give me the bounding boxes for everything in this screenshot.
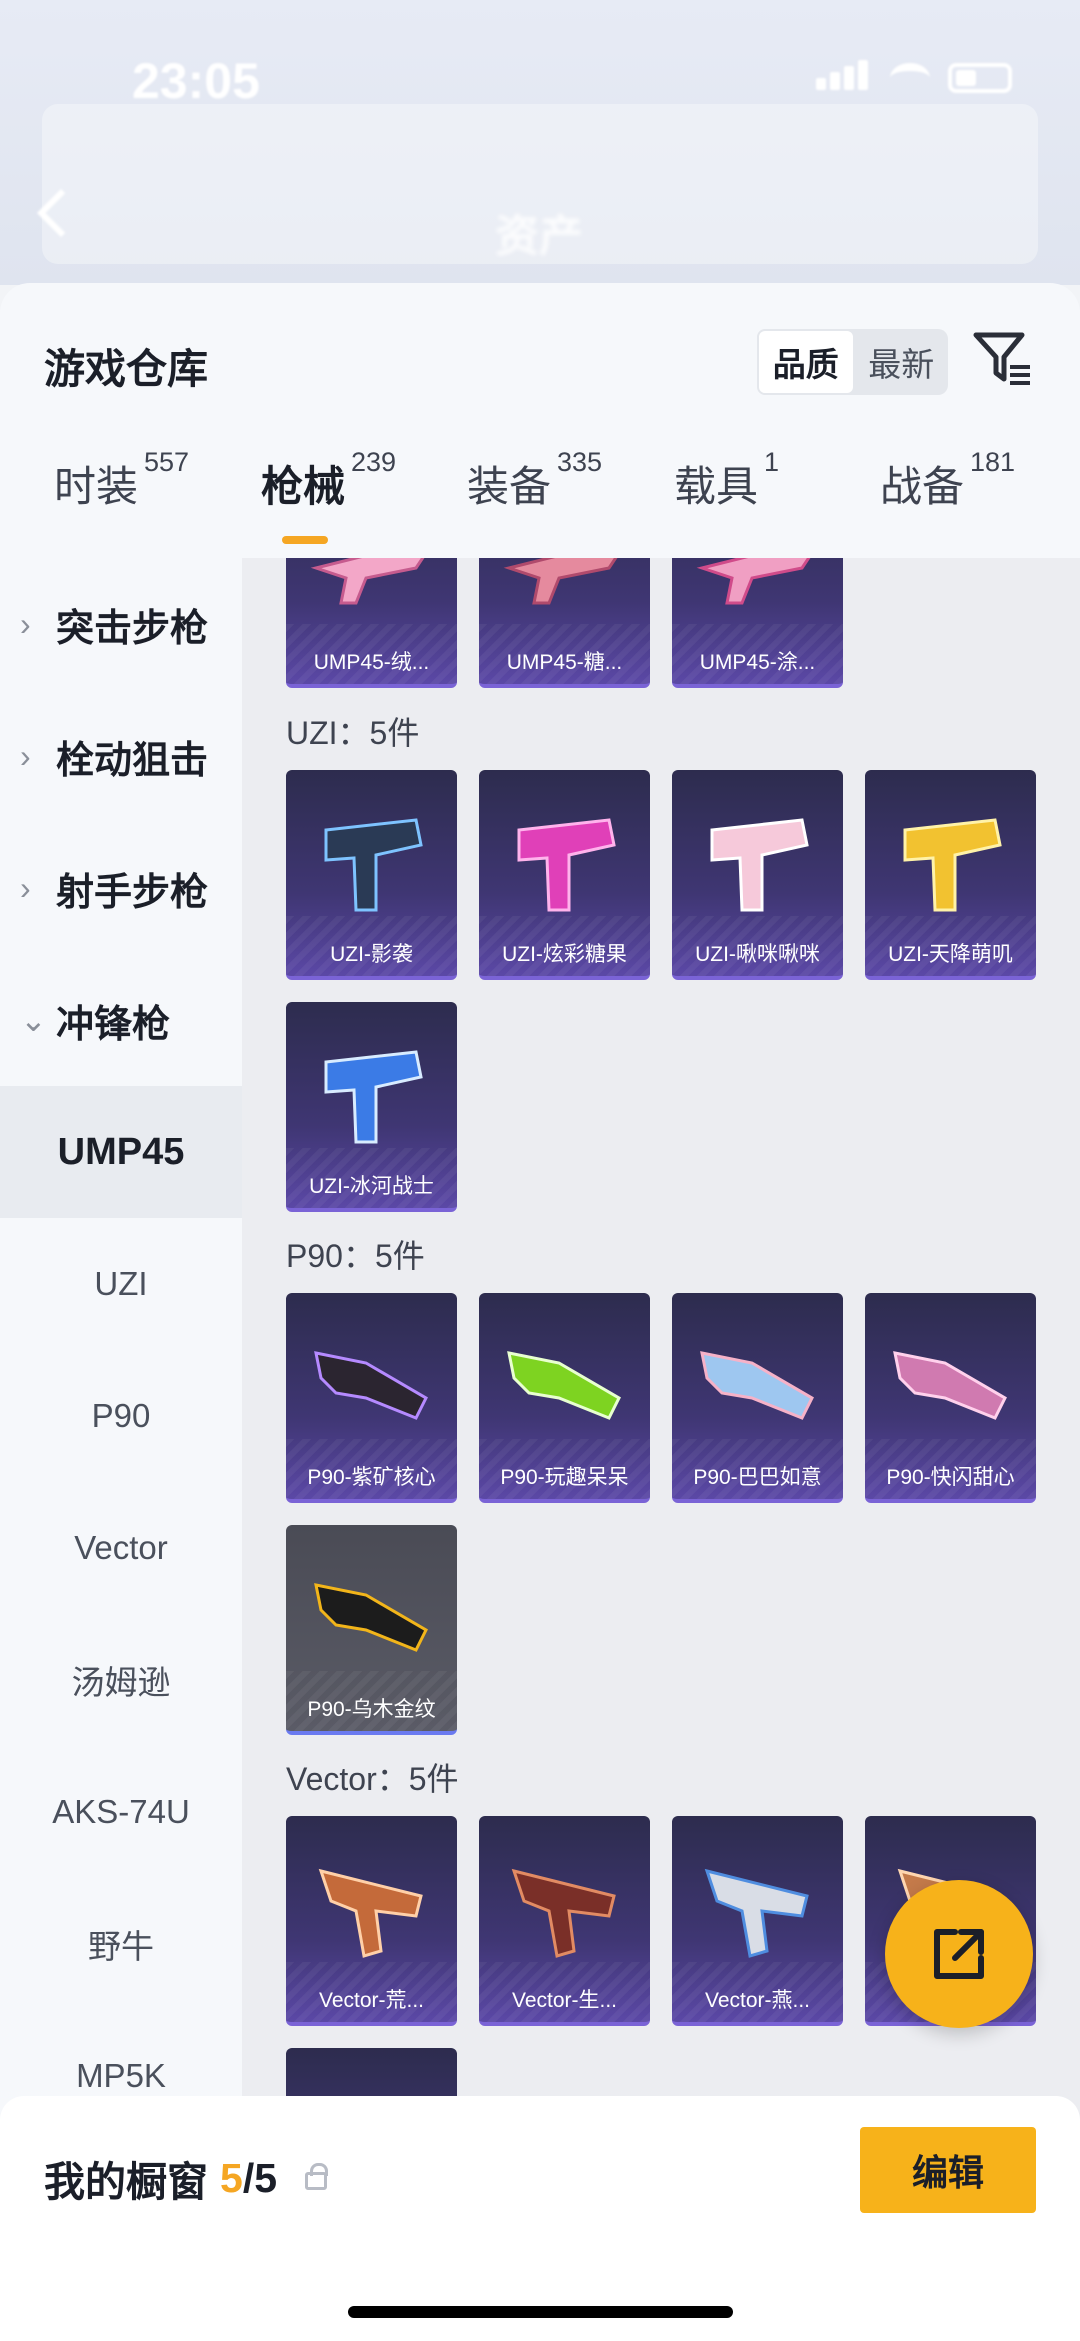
tab-label: 战备 [880,463,965,510]
skin-name: P90-紫矿核心 [307,1466,436,1489]
category-label: 射手步枪 [56,871,209,914]
skin-card[interactable]: Vector-生... [479,1816,650,2026]
skin-card[interactable]: P90-紫矿核心 [286,1293,457,1503]
background-header: 23:05 资产 [0,0,1080,285]
battery-icon [948,62,1012,93]
skin-name: Vector-燕... [704,1989,811,2012]
skin-card[interactable]: UMP45-绒... [286,558,457,688]
skin-card[interactable]: P90-快闪甜心 [865,1293,1036,1503]
section-title-vector: Vector：5件 [286,1761,459,1797]
chevron-down-icon: ⌄ [20,1002,47,1038]
status-time: 23:05 [132,53,260,109]
sort-quality-button[interactable]: 品质 [757,329,855,395]
skin-card[interactable]: Vector-燕... [672,1816,843,2026]
showcase-summary: 我的橱窗 5/5 [44,2148,329,2208]
skin-card[interactable]: UMP45-糖... [479,558,650,688]
sort-toggle: 品质 最新 [757,329,948,395]
skin-card[interactable]: P90-玩趣呆呆 [479,1293,650,1503]
tab-outfits[interactable]: 时装557 [54,447,189,514]
showcase-bar: 我的橱窗 5/5 编辑 [0,2096,1080,2341]
skin-name: Vector-荒... [318,1989,425,2012]
skin-card[interactable]: UMP45-涂... [672,558,843,688]
chevron-right-icon: › [20,605,31,642]
section-title-uzi: UZI：5件 [286,715,420,751]
skin-name: P90-快闪甜心 [886,1466,1015,1489]
skin-name: UZI-影袭 [330,943,413,966]
weapon-grid: UMP45-绒... UMP45-糖... UMP45-涂... UZI：5件 … [242,558,1080,2341]
warehouse-sheet: 游戏仓库 品质 最新 时装557 枪械239 装备335 载具1 战备181 ›… [0,283,1080,2341]
skin-name: UZI-天降萌叽 [888,943,1013,966]
background-title: 资产 [495,212,583,261]
skin-name: UMP45-绒... [313,651,430,674]
tab-equipment[interactable]: 装备335 [467,447,602,514]
tab-count: 181 [970,447,1016,477]
filter-icon[interactable] [972,327,1032,391]
tab-label: 装备 [467,463,552,510]
home-indicator[interactable] [348,2306,733,2318]
skin-card[interactable]: P90-乌木金纹 [286,1525,457,1735]
skin-name: UMP45-糖... [506,651,623,674]
skin-card[interactable]: P90-巴巴如意 [672,1293,843,1503]
status-icons [816,60,1012,95]
showcase-label: 我的橱窗 [44,2159,208,2205]
skin-name: P90-玩趣呆呆 [500,1466,629,1489]
sidebar-category-bolt-sniper[interactable]: › 栓动狙击 [0,690,242,822]
skin-name: UZI-炫彩糖果 [502,943,627,966]
share-button[interactable] [885,1880,1033,2028]
category-label: 冲锋枪 [56,1003,171,1046]
skin-card[interactable]: UZI-影袭 [286,770,457,980]
chevron-right-icon: › [20,869,31,906]
sidebar-category-smg[interactable]: ⌄ 冲锋枪 [0,954,242,1086]
share-icon [934,1929,984,1979]
showcase-total-count: /5 [242,2154,278,2201]
sidebar-item-vector[interactable]: Vector [0,1482,242,1614]
weapon-sidebar: › 突击步枪 › 栓动狙击 › 射手步枪 ⌄ 冲锋枪 UMP45 UZI P90 Vec… [0,558,242,2341]
sidebar-item-aks74u[interactable]: AKS-74U [0,1746,242,1878]
skin-name: UMP45-涂... [699,651,816,674]
skin-card[interactable]: UZI-啾咪啾咪 [672,770,843,980]
edit-button[interactable]: 编辑 [860,2127,1036,2213]
tab-label: 时装 [54,463,139,510]
sort-newest-button[interactable]: 最新 [855,329,949,395]
sidebar-category-assault-rifle[interactable]: › 突击步枪 [0,558,242,690]
wifi-icon [890,62,930,93]
section-title-p90: P90：5件 [286,1238,425,1274]
tab-vehicles[interactable]: 载具1 [674,447,779,514]
sidebar-item-p90[interactable]: P90 [0,1350,242,1482]
active-tab-indicator [282,536,328,544]
showcase-used-count: 5 [220,2154,243,2201]
sidebar-item-uzi[interactable]: UZI [0,1218,242,1350]
tab-label: 枪械 [261,463,346,510]
lock-icon[interactable] [305,2163,329,2190]
skin-card[interactable]: UZI-天降萌叽 [865,770,1036,980]
skin-card[interactable]: UZI-冰河战士 [286,1002,457,1212]
tab-count: 1 [764,447,780,477]
tab-firearms[interactable]: 枪械239 [261,447,396,514]
skin-name: UZI-啾咪啾咪 [695,943,820,966]
sidebar-item-thompson[interactable]: 汤姆逊 [0,1614,242,1746]
tab-count: 335 [557,447,603,477]
tab-label: 载具 [674,463,759,510]
sidebar-item-ump45[interactable]: UMP45 [0,1086,242,1218]
tab-count: 239 [351,447,397,477]
tab-count: 557 [144,447,190,477]
skin-name: P90-巴巴如意 [693,1466,822,1489]
category-label: 突击步枪 [56,607,209,650]
sidebar-item-bizon[interactable]: 野牛 [0,1878,242,2010]
signal-icon [816,60,872,95]
skin-card[interactable]: UZI-炫彩糖果 [479,770,650,980]
skin-name: Vector-生... [511,1989,618,2012]
sheet-title: 游戏仓库 [44,346,208,392]
category-tabs: 时装557 枪械239 装备335 载具1 战备181 [0,447,1080,553]
skin-name: P90-乌木金纹 [307,1698,436,1721]
skin-name: UZI-冰河战士 [309,1175,434,1198]
tab-gear[interactable]: 战备181 [880,447,1015,514]
category-label: 栓动狙击 [56,739,209,782]
skin-card[interactable]: Vector-荒... [286,1816,457,2026]
chevron-right-icon: › [20,737,31,774]
sidebar-category-marksman-rifle[interactable]: › 射手步枪 [0,822,242,954]
